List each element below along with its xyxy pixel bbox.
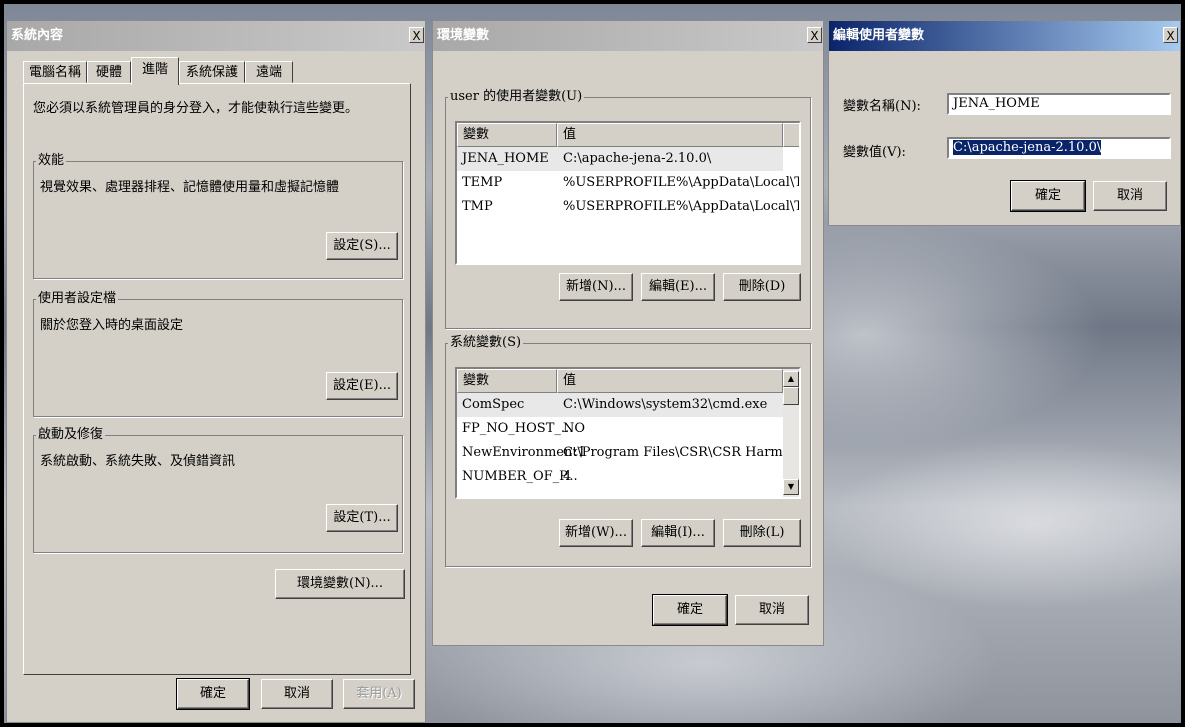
column-header-variable[interactable]: 變數 [457, 369, 557, 393]
cancel-button[interactable]: 取消 [1093, 181, 1167, 211]
environment-variables-button[interactable]: 環境變數(N)... [275, 569, 405, 599]
apply-button[interactable]: 套用(A) [343, 679, 415, 709]
table-row[interactable]: JENA_HOME C:\apache-jena-2.10.0\ [457, 147, 783, 171]
system-properties-window: 系統內容 X 電腦名稱 硬體 進階 系統保護 遠端 您必須以系統管理員的身分登入… [6, 20, 426, 723]
startup-recovery-group: 啟動及修復 系統啟動、系統失敗、及偵錯資訊 設定(T)... [33, 427, 403, 553]
variable-name: TEMP [462, 175, 503, 190]
variable-value: %USERPROFILE%\AppData\Local\Temp [563, 175, 799, 190]
close-icon[interactable]: X [409, 27, 424, 43]
table-row[interactable]: NUMBER_OF_P... 4 [457, 465, 783, 489]
system-variables-label: 系統變數(S) [448, 335, 524, 351]
system-edit-button[interactable]: 編輯(I)... [641, 519, 715, 547]
table-row[interactable]: FP_NO_HOST_... NO [457, 417, 783, 441]
tab-system-protection[interactable]: 系統保護 [179, 61, 245, 83]
variable-name: NUMBER_OF_P... [462, 469, 578, 484]
user-delete-button[interactable]: 刪除(D) [723, 273, 801, 301]
user-variables-label: user 的使用者變數(U) [448, 89, 585, 105]
performance-description: 視覺效果、處理器排程、記憶體使用量和虛擬記憶體 [40, 180, 340, 195]
close-icon[interactable]: X [807, 27, 822, 43]
user-new-button[interactable]: 新增(N)... [559, 273, 633, 301]
table-row[interactable]: TMP %USERPROFILE%\AppData\Local\Temp [457, 195, 799, 219]
window-title: 編輯使用者變數 [833, 28, 925, 43]
system-new-button[interactable]: 新增(W)... [559, 519, 633, 547]
close-icon[interactable]: X [1163, 27, 1178, 43]
variable-value: NO [563, 421, 586, 436]
tab-remote[interactable]: 遠端 [245, 61, 293, 83]
ok-button[interactable]: 確定 [1010, 180, 1086, 212]
variable-name: FP_NO_HOST_... [462, 421, 574, 436]
ok-button[interactable]: 確定 [176, 678, 250, 710]
tab-advanced[interactable]: 進階 [131, 57, 179, 85]
column-header-variable[interactable]: 變數 [457, 123, 557, 147]
tab-computer-name[interactable]: 電腦名稱 [23, 61, 87, 83]
scroll-thumb[interactable] [783, 387, 799, 405]
environment-variables-titlebar: 環境變數 [433, 21, 823, 51]
column-header-filler [783, 123, 799, 147]
user-profiles-group: 使用者設定檔 關於您登入時的桌面設定 設定(E)... [33, 291, 403, 417]
performance-label: 效能 [36, 153, 67, 169]
performance-group: 效能 視覺效果、處理器排程、記憶體使用量和虛擬記憶體 設定(S)... [33, 153, 403, 279]
user-variables-list[interactable]: 變數 值 JENA_HOME C:\apache-jena-2.10.0\ TE… [455, 121, 801, 265]
system-properties-titlebar: 系統內容 [7, 21, 425, 51]
user-profiles-label: 使用者設定檔 [36, 291, 119, 307]
system-variables-list[interactable]: 變數 值 ComSpec C:\Windows\system32\cmd.exe… [455, 367, 801, 499]
variable-value: 4 [563, 469, 572, 484]
vertical-scrollbar[interactable]: ▲ ▼ [783, 369, 799, 497]
column-header-value[interactable]: 值 [557, 123, 783, 147]
variable-value: C:\apache-jena-2.10.0\ [563, 151, 712, 166]
variable-name-label: 變數名稱(N): [843, 99, 921, 114]
variable-value: C:\Program Files\CSR\CSR Harmony Wir... [563, 445, 801, 460]
variable-name: JENA_HOME [462, 151, 549, 166]
performance-settings-button[interactable]: 設定(S)... [326, 232, 398, 260]
scroll-down-icon[interactable]: ▼ [783, 479, 799, 495]
variable-value: C:\Windows\system32\cmd.exe [563, 397, 768, 412]
variable-name-field[interactable]: JENA_HOME [947, 93, 1171, 115]
variable-name: ComSpec [462, 397, 525, 412]
cancel-button[interactable]: 取消 [735, 595, 809, 625]
startup-recovery-description: 系統啟動、系統失敗、及偵錯資訊 [40, 454, 236, 469]
selected-text: C:\apache-jena-2.10.0\ [953, 140, 1102, 155]
user-profiles-description: 關於您登入時的桌面設定 [40, 318, 184, 333]
system-delete-button[interactable]: 刪除(L) [723, 519, 801, 547]
startup-recovery-label: 啟動及修復 [36, 427, 106, 443]
edit-user-variable-window: 編輯使用者變數 X 變數名稱(N): JENA_HOME 變數值(V): C:\… [828, 20, 1181, 226]
variable-value-label: 變數值(V): [843, 145, 906, 160]
variable-value: %USERPROFILE%\AppData\Local\Temp [563, 199, 799, 214]
admin-notice: 您必須以系統管理員的身分登入，才能使執行這些變更。 [33, 101, 359, 116]
table-row[interactable]: ComSpec C:\Windows\system32\cmd.exe [457, 393, 783, 417]
cancel-button[interactable]: 取消 [261, 679, 333, 709]
user-profiles-settings-button[interactable]: 設定(E)... [326, 372, 398, 400]
window-title: 環境變數 [437, 28, 490, 43]
table-row[interactable]: TEMP %USERPROFILE%\AppData\Local\Temp [457, 171, 799, 195]
scroll-up-icon[interactable]: ▲ [783, 371, 799, 387]
startup-recovery-settings-button[interactable]: 設定(T)... [326, 504, 398, 532]
ok-button[interactable]: 確定 [652, 594, 728, 626]
variable-name: TMP [462, 199, 493, 214]
user-edit-button[interactable]: 編輯(E)... [641, 273, 715, 301]
table-row[interactable]: NewEnvironment1 C:\Program Files\CSR\CSR… [457, 441, 799, 465]
tab-hardware[interactable]: 硬體 [87, 61, 131, 83]
variable-value-field[interactable]: C:\apache-jena-2.10.0\ [947, 137, 1171, 159]
window-title: 系統內容 [11, 28, 64, 43]
edit-user-variable-titlebar: 編輯使用者變數 [829, 21, 1180, 51]
environment-variables-window: 環境變數 X user 的使用者變數(U) 變數 值 JENA_HOME C:\… [432, 20, 824, 646]
column-header-value[interactable]: 值 [557, 369, 783, 393]
